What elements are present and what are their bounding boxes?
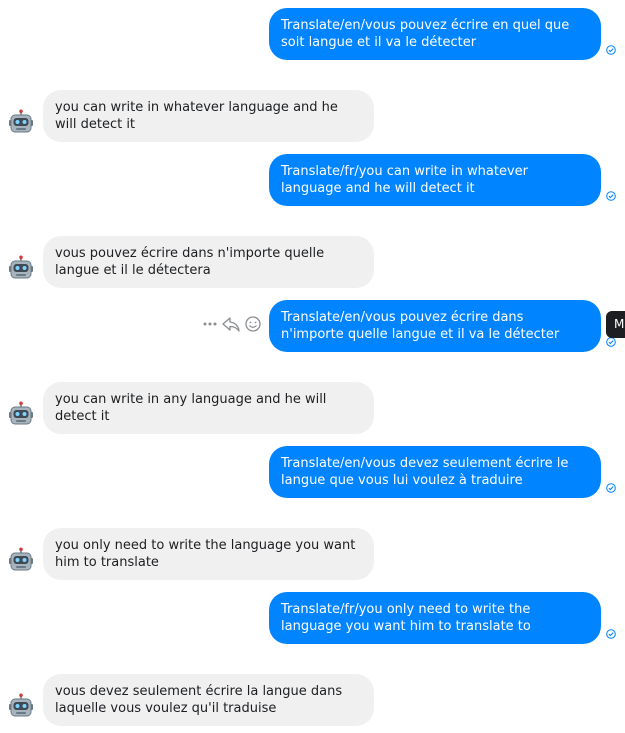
incoming-message-bubble[interactable]: you only need to write the language you … [43, 528, 374, 580]
check-circle-icon [606, 483, 616, 493]
message-text: vous pouvez écrire dans n'importe quelle… [55, 246, 325, 278]
check-circle-icon [606, 45, 616, 55]
tooltip: M [606, 311, 625, 338]
check-circle-icon [606, 629, 616, 639]
check-circle-icon [606, 337, 616, 347]
message-text: Translate/fr/you only need to write the … [281, 602, 531, 634]
check-circle-icon [606, 191, 616, 201]
incoming-message-bubble[interactable]: you can write in whatever language and h… [43, 90, 374, 142]
message-text: you can write in any language and he wil… [55, 392, 327, 424]
message-text: Translate/en/vous pouvez écrire dans n'i… [281, 310, 560, 342]
incoming-message-bubble[interactable]: vous pouvez écrire dans n'importe quelle… [43, 236, 374, 288]
tooltip-text: M [614, 317, 625, 331]
robot-icon[interactable] [8, 109, 34, 135]
react-icon[interactable] [245, 316, 261, 332]
incoming-message-bubble[interactable]: vous devez seulement écrire la langue da… [43, 674, 374, 726]
robot-icon[interactable] [8, 401, 34, 427]
more-icon[interactable] [202, 316, 218, 332]
message-text: Translate/en/vous devez seulement écrire… [281, 456, 569, 488]
outgoing-message-bubble[interactable]: Translate/en/vous pouvez écrire dans n'i… [269, 300, 601, 352]
robot-icon[interactable] [8, 547, 34, 573]
message-text: you can write in whatever language and h… [55, 100, 338, 132]
robot-icon[interactable] [8, 693, 34, 719]
outgoing-message-bubble[interactable]: Translate/fr/you can write in whatever l… [269, 154, 601, 206]
reply-icon[interactable] [222, 315, 240, 333]
message-text: Translate/fr/you can write in whatever l… [281, 164, 528, 196]
message-text: you only need to write the language you … [55, 538, 356, 570]
message-text: Translate/en/vous pouvez écrire en quel … [281, 18, 570, 50]
incoming-message-bubble[interactable]: you can write in any language and he wil… [43, 382, 374, 434]
outgoing-message-bubble[interactable]: Translate/fr/you only need to write the … [269, 592, 601, 644]
message-text: vous devez seulement écrire la langue da… [55, 684, 343, 716]
robot-icon[interactable] [8, 255, 34, 281]
outgoing-message-bubble[interactable]: Translate/en/vous pouvez écrire en quel … [269, 8, 601, 60]
outgoing-message-bubble[interactable]: Translate/en/vous devez seulement écrire… [269, 446, 601, 498]
message-hover-actions [202, 314, 264, 334]
